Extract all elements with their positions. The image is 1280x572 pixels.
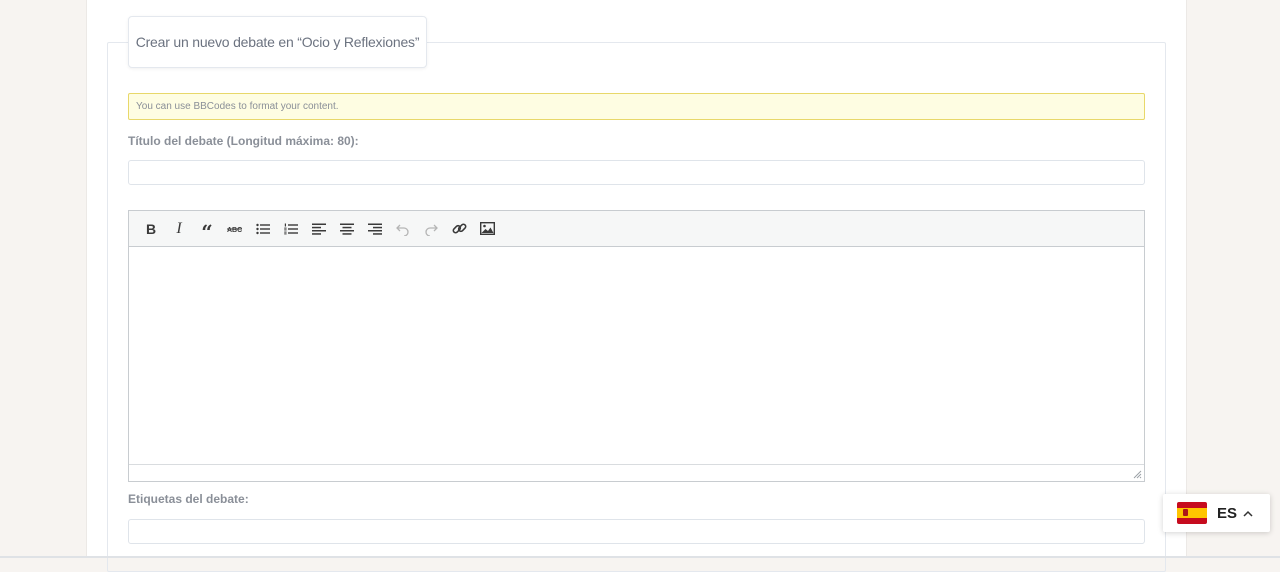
italic-button[interactable]: I [165,215,193,243]
editor-statusbar [129,464,1144,481]
align-center-icon [340,223,354,235]
editor-toolbar: B I “ ABC [129,211,1144,247]
bullet-list-button[interactable] [249,215,277,243]
undo-icon [396,224,409,236]
form-legend-text: Crear un nuevo debate en “Ocio y Reflexi… [135,34,420,50]
title-input[interactable] [128,160,1145,185]
align-right-button[interactable] [361,215,389,243]
svg-text:ABC: ABC [227,227,242,234]
italic-icon: I [176,219,182,237]
quote-icon: “ [201,219,213,244]
chevron-up-icon [1243,510,1253,517]
link-icon [452,223,466,234]
tags-label: Etiquetas del debate: [128,492,249,506]
link-button[interactable] [445,215,473,243]
strikethrough-icon: ABC [227,227,242,234]
bullet-list-icon [256,223,270,234]
redo-button[interactable] [417,215,445,243]
align-left-button[interactable] [305,215,333,243]
form-legend: Crear un nuevo debate en “Ocio y Reflexi… [128,16,427,68]
strikethrough-button[interactable]: ABC [221,215,249,243]
language-code: ES [1217,504,1238,522]
resize-handle-icon[interactable] [1132,469,1142,479]
bold-button[interactable]: B [137,215,165,243]
numbered-list-icon [284,223,298,234]
bbcode-notice: You can use BBCodes to format your conte… [128,93,1145,120]
bbcode-notice-text: You can use BBCodes to format your conte… [136,101,339,112]
spain-flag-icon [1177,502,1207,524]
numbered-list-button[interactable] [277,215,305,243]
bold-icon: B [145,220,157,237]
language-switcher[interactable]: ES [1163,494,1270,532]
title-label: Título del debate (Longitud máxima: 80): [128,134,359,148]
editor-content-area[interactable] [129,247,1144,465]
align-left-icon [312,223,326,235]
undo-button[interactable] [389,215,417,243]
tags-input[interactable] [128,519,1145,544]
blockquote-button[interactable]: “ [193,215,221,243]
align-center-button[interactable] [333,215,361,243]
image-icon [479,222,495,235]
align-right-icon [368,223,382,235]
image-button[interactable] [473,215,501,243]
rich-text-editor: B I “ ABC [128,210,1145,482]
redo-icon [425,224,438,236]
